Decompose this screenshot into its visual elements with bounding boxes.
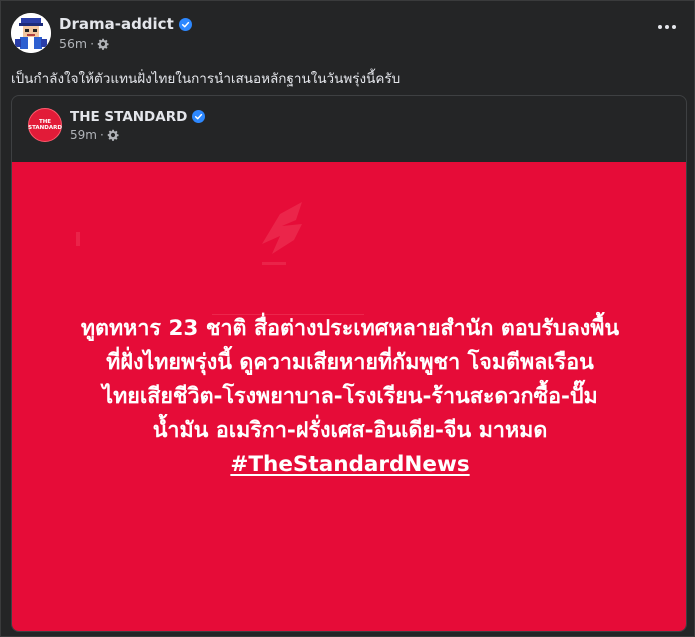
gear-icon[interactable]	[107, 129, 119, 141]
author-name[interactable]: Drama-addict	[59, 15, 174, 33]
shared-post-timestamp[interactable]: 59m	[70, 128, 97, 142]
headline-line: ไทยเสียชีวิต-โรงพยาบาล-โรงเรียน-ร้านสะดว…	[102, 384, 598, 409]
separator-dot: ·	[99, 127, 104, 142]
facebook-post: Drama-addict 56m · เป็นกำลังใจให้ตัวแทนฝ…	[0, 0, 695, 637]
verified-badge-icon	[178, 17, 192, 31]
faint-logo-mark	[76, 202, 364, 315]
post-caption: เป็นกำลังใจให้ตัวแทนฝั่งไทยในการนำเสนอหล…	[11, 71, 401, 87]
shared-post-card[interactable]: THE STANDARD THE STANDARD 59m · ทูตทหาร …	[11, 95, 687, 632]
post-header: Drama-addict 56m ·	[11, 13, 192, 53]
image-headline: ทูตทหาร 23 ชาติ สื่อต่างประเทศหลายสำนัก …	[32, 312, 668, 482]
headline-line: ที่ฝั่งไทยพรุ่งนี้ ดูความเสียหายที่กัมพู…	[106, 350, 594, 375]
gear-icon[interactable]	[97, 38, 109, 50]
page-logo-text: THE STANDARD	[28, 118, 62, 131]
shared-post-header: THE STANDARD THE STANDARD 59m ·	[28, 108, 206, 142]
pixel-character-icon	[11, 13, 51, 53]
post-timestamp[interactable]: 56m	[59, 36, 87, 51]
more-horizontal-icon	[658, 25, 662, 29]
page-name[interactable]: THE STANDARD	[70, 109, 187, 125]
post-image[interactable]: ทูตทหาร 23 ชาติ สื่อต่างประเทศหลายสำนัก …	[12, 162, 686, 631]
more-options-button[interactable]	[658, 25, 676, 29]
author-avatar[interactable]	[11, 13, 51, 53]
headline-line: ทูตทหาร 23 ชาติ สื่อต่างประเทศหลายสำนัก …	[80, 316, 620, 341]
verified-badge-icon	[192, 110, 206, 123]
headline-line: น้ำมัน อเมริกา-ฝรั่งเศส-อินเดีย-จีน มาหม…	[152, 418, 548, 443]
separator-dot: ·	[90, 36, 95, 51]
hashtag-link[interactable]: #TheStandardNews	[32, 448, 668, 482]
page-avatar[interactable]: THE STANDARD	[28, 108, 62, 142]
